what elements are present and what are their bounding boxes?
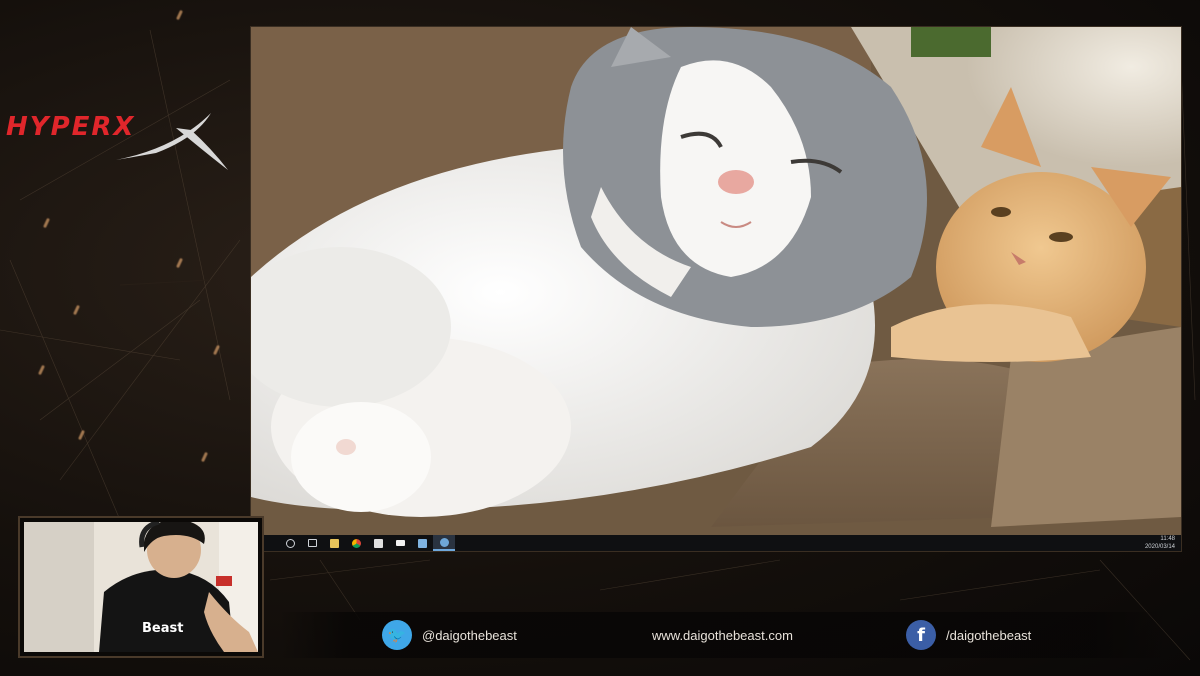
webcam-image: Beast bbox=[24, 522, 258, 652]
website-link[interactable]: www.daigothebeast.com bbox=[652, 628, 793, 643]
desktop-capture: 11:48 2020/03/14 bbox=[250, 26, 1182, 552]
mail-icon[interactable] bbox=[389, 535, 411, 551]
hyperx-logo: HYPERX bbox=[6, 108, 236, 178]
ember-spark bbox=[213, 344, 220, 356]
shirt-print: Beast bbox=[142, 621, 183, 636]
ember-spark bbox=[78, 429, 85, 441]
ember-spark bbox=[201, 451, 208, 463]
cortana-icon[interactable] bbox=[279, 535, 301, 551]
twitter-icon: 🐦 bbox=[382, 620, 412, 650]
task-view-icon[interactable] bbox=[301, 535, 323, 551]
ember-spark bbox=[176, 9, 183, 21]
twitter-link[interactable]: 🐦 @daigothebeast bbox=[382, 620, 517, 650]
ember-spark bbox=[43, 217, 50, 229]
steam-icon[interactable] bbox=[433, 535, 455, 551]
social-banner: 🐦 @daigothebeast www.daigothebeast.com f… bbox=[280, 612, 1166, 658]
facebook-icon: f bbox=[906, 620, 936, 650]
taskbar-clock[interactable]: 11:48 2020/03/14 bbox=[1145, 535, 1175, 551]
twitter-handle: @daigothebeast bbox=[422, 627, 517, 643]
network-monitor-icon[interactable] bbox=[411, 535, 433, 551]
facebook-handle: /daigothebeast bbox=[946, 627, 1032, 643]
webcam-feed: Beast bbox=[24, 522, 258, 652]
webcam-frame: Beast bbox=[18, 516, 264, 658]
ember-spark bbox=[73, 304, 80, 316]
ember-spark bbox=[176, 257, 183, 269]
file-explorer-icon[interactable] bbox=[323, 535, 345, 551]
windows-taskbar: 11:48 2020/03/14 bbox=[251, 535, 1181, 551]
facebook-link[interactable]: f /daigothebeast bbox=[906, 620, 1031, 650]
ember-spark bbox=[38, 364, 45, 376]
clock-time: 11:48 bbox=[1160, 536, 1175, 542]
chrome-icon[interactable] bbox=[345, 535, 367, 551]
logo-swoosh-icon bbox=[116, 113, 228, 170]
clock-date: 2020/03/14 bbox=[1144, 544, 1175, 550]
store-icon[interactable] bbox=[367, 535, 389, 551]
wallpaper-image bbox=[251, 27, 1181, 535]
